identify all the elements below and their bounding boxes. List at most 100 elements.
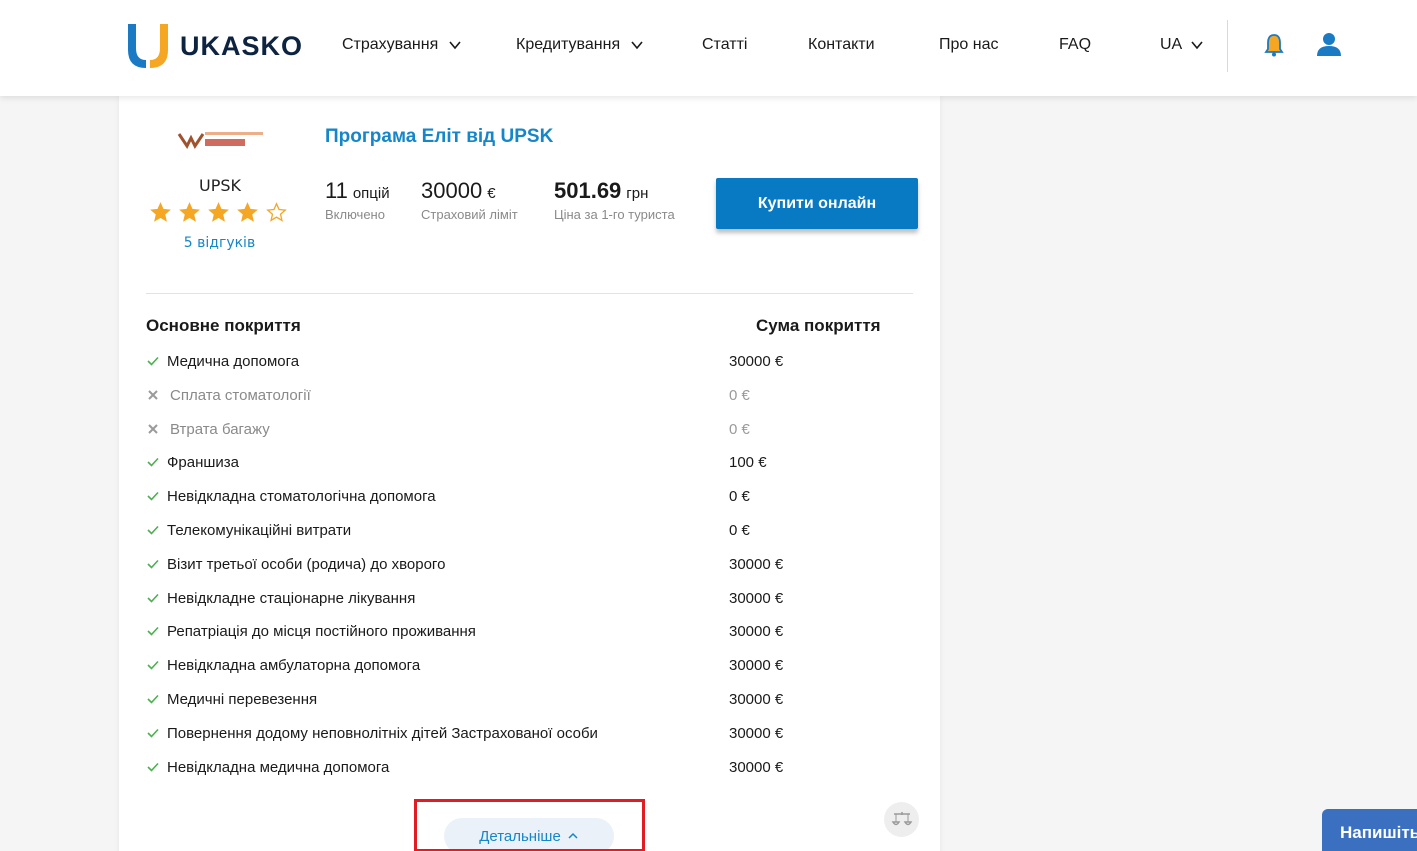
coverage-name: Невідкладна амбулаторна допомога — [167, 656, 421, 674]
nav-faq-label: FAQ — [1059, 36, 1092, 53]
nav-about[interactable]: Про нас — [939, 34, 998, 56]
nav-faq[interactable]: FAQ — [1059, 34, 1091, 56]
coverage-name: Втрата багажу — [170, 420, 270, 438]
star-filled-icon — [208, 202, 229, 222]
check-icon — [147, 559, 159, 569]
cross-icon — [148, 390, 158, 400]
coverage-row: Сплата стоматології 0 € — [146, 385, 886, 405]
coverage-row: Франшиза 100 € — [146, 452, 886, 472]
insurance-offer-card: UPSK 5 відгуків Програма Еліт від UPSK 1… — [119, 96, 940, 851]
stat-price-unit: грн — [626, 185, 649, 202]
coverage-row: Репатріація до місця постійного проживан… — [146, 621, 886, 641]
language-selector[interactable]: UA — [1160, 34, 1204, 56]
coverage-row: Невідкладне стаціонарне лікування 30000 € — [146, 588, 886, 608]
details-label: Детальніше — [479, 827, 561, 845]
coverage-row: Втрата багажу 0 € — [146, 419, 886, 439]
stat-options-value: 11 — [325, 178, 348, 203]
card-divider — [146, 293, 913, 294]
brand-name: UKASKO — [180, 30, 304, 61]
nav-insurance-label: Страхування — [342, 36, 439, 53]
coverage-name: Медичні перевезення — [167, 690, 318, 708]
star-filled-icon — [237, 202, 258, 222]
coverage-row: Невідкладна амбулаторна допомога 30000 € — [146, 655, 886, 675]
check-icon — [147, 626, 159, 636]
coverage-amount: 30000 € — [729, 690, 784, 708]
check-icon — [147, 762, 159, 772]
coverage-amount: 0 € — [729, 420, 750, 438]
upsk-logo-icon — [177, 132, 263, 149]
rating-stars — [150, 202, 287, 223]
coverage-name: Невідкладна стоматологічна допомога — [167, 487, 436, 505]
check-icon — [147, 525, 159, 535]
coverage-name: Телекомунікаційні витрати — [167, 521, 352, 539]
program-title-link[interactable]: Програма Еліт від UPSK — [325, 126, 553, 148]
nav-about-label: Про нас — [939, 36, 999, 53]
check-icon — [147, 491, 159, 501]
coverage-name: Візит третьої особи (родича) до хворого — [167, 555, 446, 573]
coverage-amount: 0 € — [729, 487, 750, 505]
coverage-name: Репатріація до місця постійного проживан… — [167, 622, 476, 640]
stat-limit: 30000 € Страховий ліміт — [421, 178, 518, 222]
stat-price-value: 501.69 — [554, 178, 622, 203]
stat-limit-value: 30000 — [421, 178, 483, 203]
nav-credit[interactable]: Кредитування — [516, 34, 644, 56]
coverage-amount: 30000 € — [729, 656, 784, 674]
nav-articles-label: Статті — [702, 36, 748, 53]
stat-options-unit: опцій — [352, 185, 390, 202]
header-divider — [1227, 20, 1228, 72]
star-filled-icon — [150, 202, 171, 222]
chevron-down-icon — [631, 41, 643, 50]
chevron-up-icon — [568, 832, 578, 839]
coverage-amount: 0 € — [729, 521, 750, 539]
stat-price-label: Ціна за 1-го туриста — [554, 207, 675, 222]
check-icon — [147, 593, 159, 603]
coverage-name: Сплата стоматології — [170, 386, 311, 404]
chevron-down-icon — [1191, 41, 1203, 50]
coverage-amount: 0 € — [729, 386, 750, 404]
site-header: UKASKO Страхування Кредитування Статті К… — [0, 0, 1417, 96]
nav-insurance[interactable]: Страхування — [342, 34, 462, 56]
check-icon — [147, 356, 159, 366]
coverage-amount: 100 € — [729, 453, 767, 471]
user-icon[interactable] — [1316, 31, 1342, 57]
details-toggle-button[interactable]: Детальніше — [444, 818, 614, 851]
coverage-amount: 30000 € — [729, 589, 784, 607]
nav-articles[interactable]: Статті — [702, 34, 747, 56]
provider-name: UPSK — [198, 176, 241, 195]
stat-limit-label: Страховий ліміт — [421, 207, 518, 222]
bell-icon[interactable] — [1263, 32, 1285, 58]
coverage-name: Повернення додому неповнолітніх дітей За… — [167, 724, 598, 742]
coverage-amount: 30000 € — [729, 758, 784, 776]
ukasko-logo-icon — [128, 24, 168, 68]
compare-button[interactable] — [884, 802, 919, 837]
buy-online-button[interactable]: Купити онлайн — [716, 178, 918, 229]
coverage-name: Невідкладне стаціонарне лікування — [167, 589, 416, 607]
chat-button[interactable]: Напишіть — [1322, 809, 1417, 851]
star-filled-icon — [179, 202, 200, 222]
reviews-link[interactable]: 5 відгуків — [119, 235, 320, 251]
stat-options-label: Включено — [325, 207, 385, 222]
coverage-row: Невідкладна стоматологічна допомога 0 € — [146, 486, 886, 506]
nav-credit-label: Кредитування — [516, 36, 621, 53]
coverage-name: Невідкладна медична допомога — [167, 758, 390, 776]
coverage-amount: 30000 € — [729, 622, 784, 640]
stat-price: 501.69 грн Ціна за 1-го туриста — [554, 178, 675, 222]
coverage-amount: 30000 € — [729, 724, 784, 742]
stat-options: 11 опцій Включено — [325, 178, 390, 222]
chevron-down-icon — [449, 41, 461, 50]
coverage-row: Медичні перевезення 30000 € — [146, 689, 886, 709]
language-label: UA — [1160, 36, 1183, 53]
coverage-row: Повернення додому неповнолітніх дітей За… — [146, 723, 886, 743]
scales-icon — [891, 811, 912, 825]
coverage-row: Невідкладна медична допомога 30000 € — [146, 757, 886, 777]
nav-contacts-label: Контакти — [808, 36, 875, 53]
nav-contacts[interactable]: Контакти — [808, 34, 875, 56]
star-empty-icon — [266, 202, 287, 222]
coverage-name: Франшиза — [167, 453, 240, 471]
coverage-row: Медична допомога 30000 € — [146, 351, 886, 371]
check-icon — [147, 694, 159, 704]
check-icon — [147, 457, 159, 467]
brand-logo[interactable]: UKASKO — [124, 20, 303, 72]
coverage-name: Медична допомога — [167, 352, 300, 370]
coverage-amount: 30000 € — [729, 352, 784, 370]
